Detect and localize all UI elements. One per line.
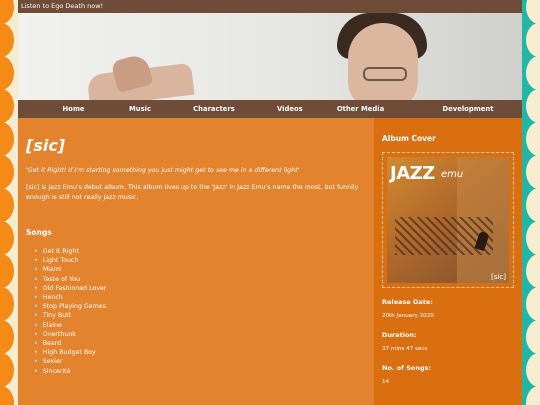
scallop-shape (526, 287, 540, 321)
release-date-value: 20th January 2020 (382, 313, 434, 319)
main-navigation: Home Music Characters Videos Other Media… (18, 100, 522, 118)
cover-logo-jazz: JAZZ (390, 163, 435, 184)
page: Listen to Ego Death now! Home Music Char… (18, 0, 522, 405)
scallop-shape (0, 221, 14, 255)
left-scalloped-border (0, 0, 18, 405)
scallop-shape (0, 287, 14, 321)
song-item[interactable]: Overthunk (34, 330, 366, 339)
cover-logo-emu: emu (441, 169, 464, 180)
scallop-shape (0, 386, 14, 405)
song-item[interactable]: Sexier (34, 357, 366, 366)
scallop-shape (526, 89, 540, 123)
album-cover-heading: Album Cover (382, 134, 436, 143)
scallop-shape (0, 353, 14, 387)
cover-sic-label: [sic] (491, 273, 506, 281)
scallop-shape (0, 254, 14, 288)
album-cover-image[interactable]: JAZZ emu [sic] (387, 157, 509, 283)
album-description: [sic] is Jazz Emu's debut album. This al… (26, 184, 359, 201)
album-cover-frame: JAZZ emu [sic] (382, 152, 514, 288)
album-title: [sic] (26, 136, 66, 155)
song-item[interactable]: Old Fashioned Lover (34, 284, 366, 293)
scallop-shape (0, 122, 14, 156)
header-banner (18, 13, 522, 100)
nav-development[interactable]: Development (421, 105, 515, 113)
scallop-shape (0, 89, 14, 123)
duration-value: 37 mins 47 secs (382, 346, 428, 352)
song-list: Get It Right Light Touch Miami Taste of … (26, 247, 366, 376)
song-item[interactable]: High Budget Boy (34, 348, 366, 357)
song-item[interactable]: Hench (34, 293, 366, 302)
scallop-shape (0, 188, 14, 222)
album-sidebar: Album Cover JAZZ emu [sic] Release Date:… (374, 118, 522, 405)
song-item[interactable]: Tiny Butt (34, 311, 366, 320)
scallop-shape (0, 23, 14, 57)
song-count-value: 14 (382, 379, 390, 385)
announcement-link[interactable]: Listen to Ego Death now! (21, 2, 103, 10)
song-count-label: No. of Songs: (382, 364, 432, 372)
album-quote: 'Get it Right! If I'm starting something… (26, 167, 300, 174)
scallop-shape (526, 254, 540, 288)
release-date-label: Release Date: (382, 298, 433, 306)
scallop-shape (526, 386, 540, 405)
song-item[interactable]: Elaine (34, 321, 366, 330)
scallop-shape (526, 353, 540, 387)
scallop-shape (0, 56, 14, 90)
songs-heading: Songs (26, 228, 52, 237)
banner-face (348, 23, 418, 100)
nav-other-media[interactable]: Other Media (300, 105, 421, 113)
song-item[interactable]: Get It Right (34, 247, 366, 256)
song-item[interactable]: Sincerité (34, 367, 366, 376)
scallop-shape (526, 23, 540, 57)
duration-label: Duration: (382, 331, 417, 339)
nav-characters[interactable]: Characters (151, 105, 277, 113)
album-details: [sic] 'Get it Right! If I'm starting som… (18, 118, 374, 405)
song-item[interactable]: Light Touch (34, 256, 366, 265)
scallop-shape (526, 320, 540, 354)
nav-music[interactable]: Music (129, 105, 151, 113)
scallop-shape (526, 221, 540, 255)
song-item[interactable]: Beard (34, 339, 366, 348)
scallop-shape (526, 0, 540, 24)
nav-home[interactable]: Home (18, 105, 129, 113)
announcement-bar[interactable]: Listen to Ego Death now! (18, 0, 522, 13)
banner-glasses (363, 67, 407, 81)
song-item[interactable]: Taste of You (34, 275, 366, 284)
scallop-shape (526, 122, 540, 156)
scallop-shape (526, 188, 540, 222)
scallop-shape (526, 56, 540, 90)
scallop-shape (0, 0, 14, 24)
content: [sic] 'Get it Right! If I'm starting som… (18, 118, 522, 405)
scallop-shape (526, 155, 540, 189)
scallop-shape (0, 155, 14, 189)
nav-videos[interactable]: Videos (277, 105, 303, 113)
right-scalloped-border (522, 0, 540, 405)
song-item[interactable]: Miami (34, 265, 366, 274)
song-item[interactable]: Stop Playing Games (34, 302, 366, 311)
scallop-shape (0, 320, 14, 354)
